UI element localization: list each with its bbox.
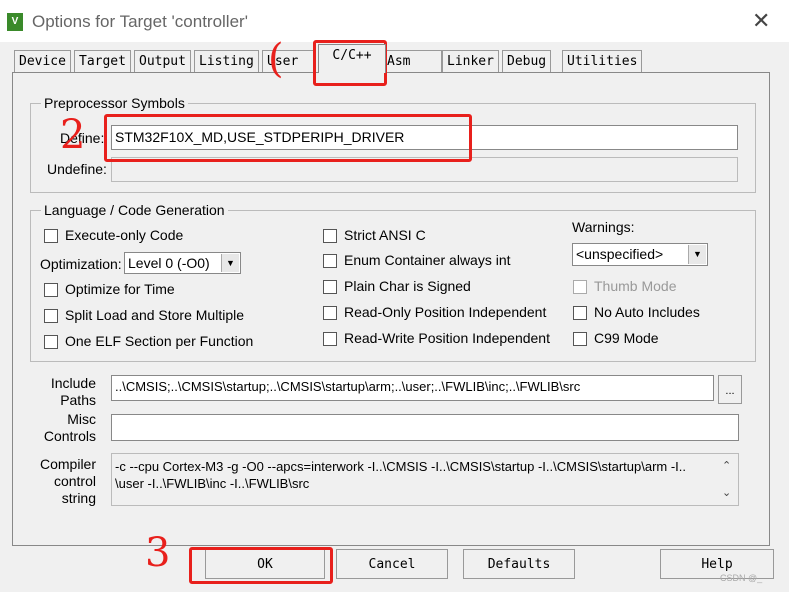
one-elf-label: One ELF Section per Function (65, 333, 254, 349)
split-load-label: Split Load and Store Multiple (65, 307, 244, 323)
defaults-button[interactable]: Defaults (463, 549, 575, 579)
warnings-value: <unspecified> (576, 246, 664, 262)
enum-container-label: Enum Container always int (344, 252, 511, 268)
tab-target[interactable]: Target (74, 50, 131, 73)
include-browse-button[interactable]: ... (718, 375, 742, 404)
thumb-mode-label: Thumb Mode (594, 278, 677, 294)
cancel-button[interactable]: Cancel (336, 549, 448, 579)
rw-position-label: Read-Write Position Independent (344, 330, 550, 346)
rw-position-checkbox[interactable] (323, 332, 337, 346)
tab-linker[interactable]: Linker (442, 50, 499, 73)
scroll-up-icon[interactable]: ⌃ (722, 459, 731, 472)
warnings-label: Warnings: (572, 219, 635, 235)
thumb-mode-checkbox[interactable] (573, 280, 587, 294)
ro-position-checkbox[interactable] (323, 306, 337, 320)
compiler-line2: \user -I..\FWLIB\inc -I..\FWLIB\src (115, 476, 310, 491)
scroll-down-icon[interactable]: ⌄ (722, 486, 731, 499)
tab-cpp[interactable]: C/C++ (318, 44, 386, 73)
compiler-label-line2: control (53, 473, 96, 489)
close-icon[interactable]: ✕ (752, 8, 770, 34)
undefine-label: Undefine: (47, 161, 107, 177)
include-paths-label: Include Paths (30, 375, 96, 409)
tab-debug[interactable]: Debug (502, 50, 552, 73)
compiler-string-textarea[interactable]: -c --cpu Cortex-M3 -g -O0 --apcs=interwo… (111, 453, 739, 506)
compiler-string-label: Compiler control string (30, 456, 96, 507)
keil-logo-icon: V (7, 13, 23, 31)
annotation-3: 3 (145, 530, 171, 576)
language-title: Language / Code Generation (41, 202, 228, 218)
options-dialog: V Options for Target 'controller' ✕ Devi… (0, 0, 789, 592)
compiler-label-line3: string (61, 490, 96, 506)
split-load-checkbox[interactable] (44, 309, 58, 323)
misc-label-line1: Misc (67, 411, 96, 427)
plain-char-checkbox[interactable] (323, 280, 337, 294)
one-elf-checkbox[interactable] (44, 335, 58, 349)
annotation-box-ok (189, 547, 333, 584)
misc-label-line2: Controls (43, 428, 96, 444)
include-paths-input[interactable]: ..\CMSIS;..\CMSIS\startup;..\CMSIS\start… (111, 375, 714, 401)
compiler-label-line1: Compiler (39, 456, 96, 472)
no-auto-includes-label: No Auto Includes (594, 304, 700, 320)
c99-mode-checkbox[interactable] (573, 332, 587, 346)
strict-ansi-label: Strict ANSI C (344, 227, 426, 243)
window-title: Options for Target 'controller' (32, 12, 248, 31)
chevron-down-icon: ▼ (688, 245, 706, 264)
optimization-select[interactable]: Level 0 (-O0) ▼ (124, 252, 241, 274)
tab-utilities[interactable]: Utilities (562, 50, 643, 73)
optimize-time-checkbox[interactable] (44, 283, 58, 297)
optimization-label: Optimization: (40, 256, 122, 272)
ro-position-label: Read-Only Position Independent (344, 304, 547, 320)
misc-controls-label: Misc Controls (30, 411, 96, 445)
optimization-value: Level 0 (-O0) (128, 255, 210, 271)
warnings-select[interactable]: <unspecified> ▼ (572, 243, 708, 266)
include-label-line1: Include (50, 375, 96, 391)
include-label-line2: Paths (60, 392, 96, 408)
annotation-box-define (104, 114, 472, 162)
compiler-line1: -c --cpu Cortex-M3 -g -O0 --apcs=interwo… (115, 459, 687, 474)
preprocessor-title: Preprocessor Symbols (41, 95, 188, 111)
annotation-1: ( (268, 36, 284, 82)
strict-ansi-checkbox[interactable] (323, 229, 337, 243)
tab-output[interactable]: Output (134, 50, 191, 73)
tab-asm[interactable]: Asm (382, 50, 442, 73)
misc-controls-input[interactable] (111, 414, 739, 441)
tab-device[interactable]: Device (14, 50, 71, 73)
optimize-time-label: Optimize for Time (65, 281, 175, 297)
watermark: CSDN @_ (720, 573, 763, 583)
chevron-down-icon: ▼ (221, 254, 239, 272)
annotation-2: 2 (60, 112, 86, 158)
execute-only-checkbox[interactable] (44, 229, 58, 243)
tab-listing[interactable]: Listing (194, 50, 259, 73)
plain-char-label: Plain Char is Signed (344, 278, 471, 294)
execute-only-label: Execute-only Code (65, 227, 184, 243)
c99-mode-label: C99 Mode (594, 330, 659, 346)
no-auto-includes-checkbox[interactable] (573, 306, 587, 320)
enum-container-checkbox[interactable] (323, 254, 337, 268)
